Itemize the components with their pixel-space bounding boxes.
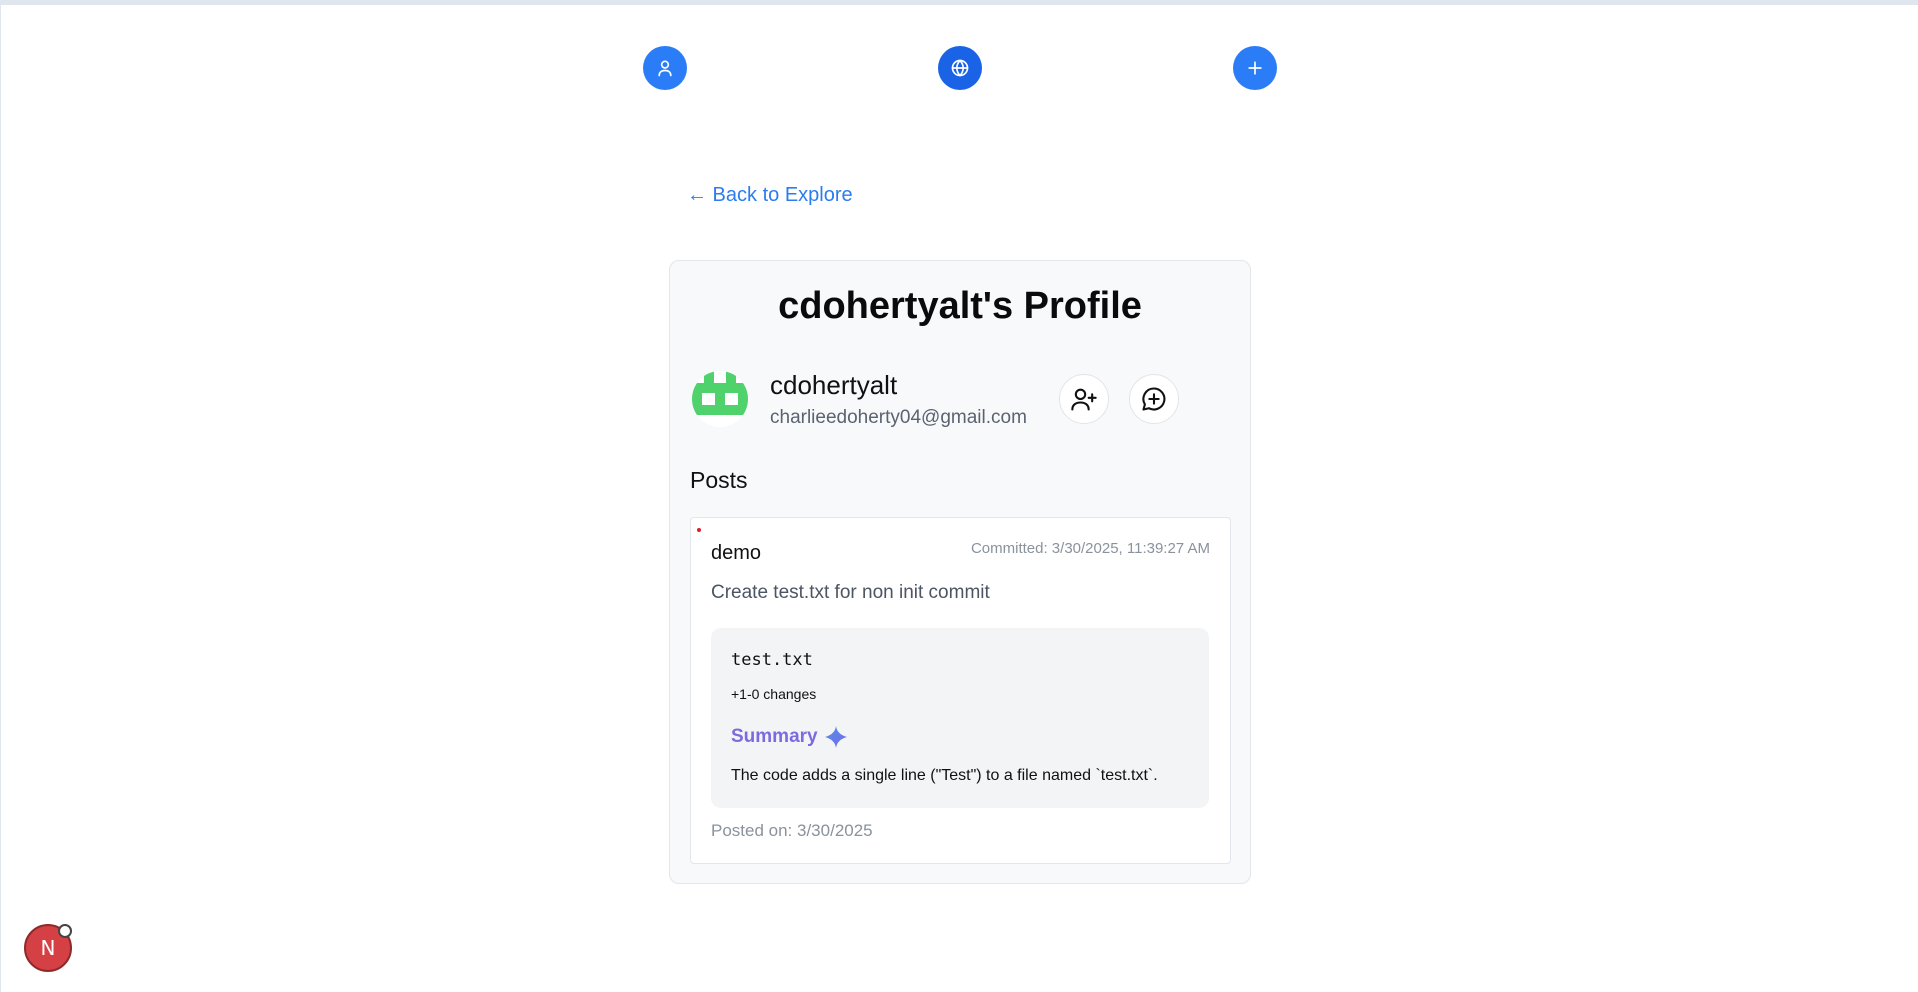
status-dot <box>697 528 701 532</box>
message-button[interactable] <box>1129 374 1179 424</box>
post-card: demo Committed: 3/30/2025, 11:39:27 AM C… <box>690 517 1231 864</box>
identicon-avatar-icon <box>692 371 748 415</box>
nav-explore-button[interactable] <box>938 46 982 90</box>
avatar <box>692 371 748 427</box>
summary-label: Summary <box>731 726 818 747</box>
dev-badge-label: N <box>40 936 56 960</box>
message-plus-icon <box>1142 387 1166 411</box>
nav-add-button[interactable] <box>1233 46 1277 90</box>
post-commit-time: Committed: 3/30/2025, 11:39:27 AM <box>970 540 1210 557</box>
globe-icon <box>951 59 969 77</box>
dev-badge-indicator <box>58 924 72 938</box>
plus-icon <box>1248 61 1262 75</box>
post-repo-name[interactable]: demo <box>711 542 761 565</box>
user-plus-icon <box>1071 388 1097 411</box>
post-commit-message: Create test.txt for non init commit <box>711 582 990 603</box>
window-top-border <box>0 0 1918 5</box>
file-changes: +1-0 changes <box>731 686 817 702</box>
sparkle-icon <box>824 725 848 749</box>
page-title: cdohertyalt's Profile <box>778 285 1142 327</box>
profile-email: charlieedoherty04@gmail.com <box>770 407 1027 428</box>
nav-profile-button[interactable] <box>643 46 687 90</box>
window-left-border <box>0 0 1 992</box>
profile-card: cdohertyalt's Profile cdohertyalt charli… <box>669 260 1251 884</box>
profile-username: cdohertyalt <box>770 370 898 400</box>
summary-text: The code adds a single line ("Test") to … <box>731 767 1158 784</box>
file-name: test.txt <box>731 650 813 670</box>
add-friend-button[interactable] <box>1059 374 1109 424</box>
post-date: Posted on: 3/30/2025 <box>711 821 873 840</box>
user-icon <box>658 60 672 77</box>
file-change-panel: test.txt +1-0 changes Summary The code a… <box>711 628 1209 808</box>
posts-heading: Posts <box>690 467 748 493</box>
back-to-explore-link[interactable]: ← Back to Explore <box>687 184 853 207</box>
summary-header: Summary <box>731 725 848 749</box>
